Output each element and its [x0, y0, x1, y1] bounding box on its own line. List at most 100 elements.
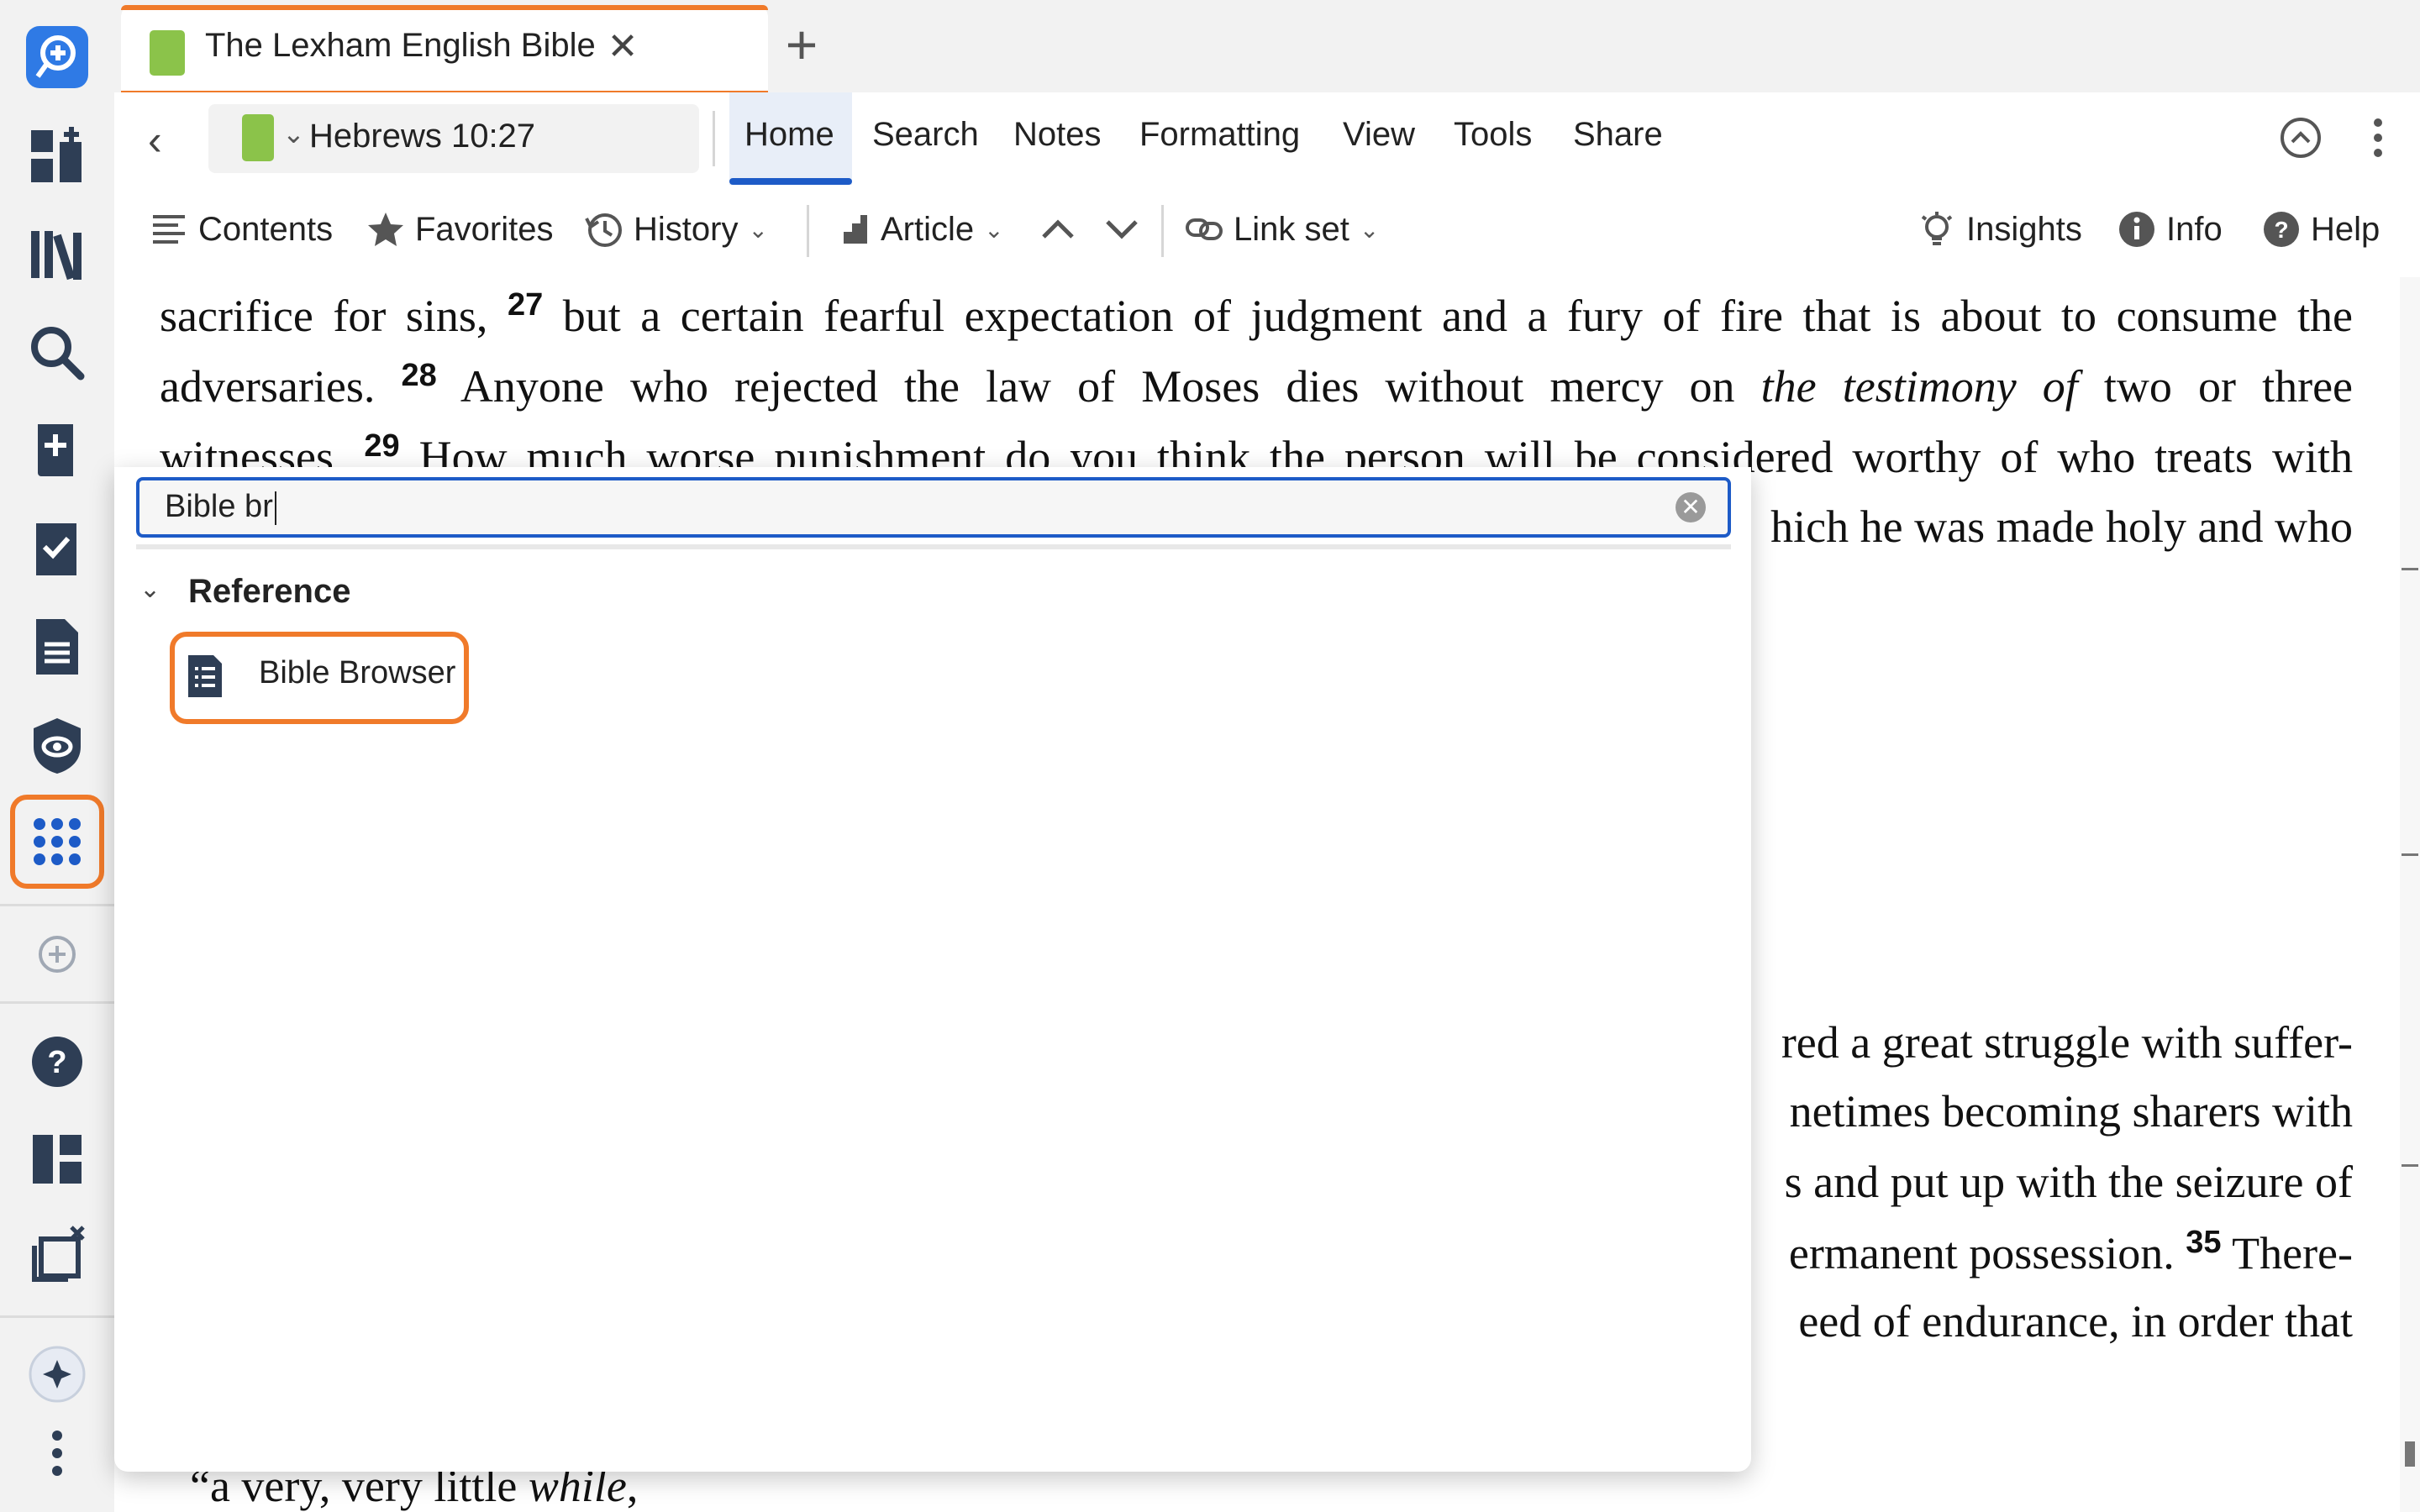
- contents-label: Contents: [198, 210, 334, 248]
- link-set-label: Link set: [1234, 210, 1349, 248]
- info-icon: [2119, 212, 2154, 247]
- reader-scrollbar[interactable]: [2400, 277, 2420, 1512]
- menu-home[interactable]: Home: [744, 116, 834, 154]
- rail-divider: [0, 1315, 114, 1318]
- bible-add-icon[interactable]: [15, 408, 99, 492]
- command-search-popup: Bible br ✕ ⌄ Reference Bible Browser: [114, 467, 1751, 1472]
- add-circle-icon[interactable]: [15, 912, 99, 996]
- chevron-down-icon: ⌄: [984, 216, 1004, 243]
- lightbulb-icon: [1921, 212, 1953, 245]
- link-set-button[interactable]: Link set ⌄: [1185, 210, 1379, 249]
- history-icon: [585, 213, 622, 247]
- reading-plan-icon[interactable]: [15, 507, 99, 591]
- insights-label: Insights: [1966, 210, 2082, 248]
- menu-formatting[interactable]: Formatting: [1139, 116, 1300, 154]
- chevron-down-icon: ⌄: [748, 216, 768, 243]
- tab-strip: The Lexham English Bible ✕ +: [114, 0, 2420, 92]
- toolbar-divider: [1161, 205, 1164, 257]
- text-line-6: netimes becoming sharers with: [1789, 1086, 2353, 1137]
- layouts-icon[interactable]: [15, 1117, 99, 1201]
- popup-divider: [136, 544, 1731, 549]
- reference-input[interactable]: Hebrews 10:27: [309, 118, 535, 155]
- article-button[interactable]: Article ⌄: [832, 210, 1004, 249]
- tab-title: The Lexham English Bible: [205, 27, 596, 64]
- verse-number-29[interactable]: 29: [364, 428, 399, 464]
- search-icon[interactable]: [15, 311, 99, 395]
- contents-button[interactable]: Contents: [150, 210, 333, 249]
- help-icon: ?: [2264, 212, 2299, 247]
- dashboard-add-icon[interactable]: [15, 114, 99, 198]
- library-icon[interactable]: [15, 212, 99, 296]
- result-highlight-outline: [170, 632, 469, 724]
- chevron-down-icon[interactable]: ⌄: [282, 118, 305, 150]
- more-vertical-icon[interactable]: [15, 1411, 99, 1495]
- text-line-8: ermanent possession. 35 There-: [1788, 1225, 2353, 1278]
- rail-divider: [0, 1001, 114, 1004]
- text-line-7: s and put up with the seizure of: [1784, 1157, 2353, 1207]
- next-article-button[interactable]: [1102, 210, 1141, 249]
- previous-article-button[interactable]: [1039, 210, 1077, 249]
- close-icon[interactable]: ✕: [602, 25, 644, 68]
- scrollbar-thumb[interactable]: [2405, 1441, 2415, 1467]
- history-button[interactable]: History ⌄: [585, 210, 768, 249]
- contents-icon: [153, 215, 185, 244]
- menu-view[interactable]: View: [1343, 116, 1415, 154]
- svg-text:?: ?: [2274, 217, 2288, 243]
- help-circle-icon[interactable]: ?: [15, 1020, 99, 1104]
- clear-search-icon[interactable]: ✕: [1676, 492, 1706, 522]
- logos-add-icon[interactable]: [15, 15, 99, 99]
- rail-divider: [0, 904, 114, 906]
- resource-toolbar: Contents Favorites History ⌄ Article ⌄ L…: [114, 185, 2420, 279]
- text-caret: [274, 491, 276, 525]
- back-chevron-icon[interactable]: ‹: [148, 116, 162, 165]
- apps-highlight-outline: [10, 795, 104, 889]
- chevron-down-icon[interactable]: ⌄: [139, 575, 160, 604]
- left-icon-rail: ?: [0, 0, 114, 1512]
- help-button[interactable]: ? Help: [2262, 210, 2380, 249]
- ribbon: ‹ ⌄ Hebrews 10:27 Home Search Notes Form…: [114, 92, 2420, 186]
- favorites-label: Favorites: [415, 210, 554, 248]
- verse-number-27[interactable]: 27: [508, 287, 543, 323]
- menu-share[interactable]: Share: [1573, 116, 1663, 154]
- search-input-value[interactable]: Bible br: [165, 489, 276, 525]
- menu-search[interactable]: Search: [872, 116, 979, 154]
- command-search-input[interactable]: Bible br ✕: [136, 477, 1731, 538]
- tab-active-indicator: [121, 5, 768, 10]
- ai-sparkle-icon[interactable]: [15, 1332, 99, 1416]
- collapse-ribbon-icon[interactable]: [2277, 114, 2324, 161]
- close-panels-icon[interactable]: [15, 1213, 99, 1297]
- menu-tools[interactable]: Tools: [1454, 116, 1532, 154]
- ribbon-divider: [713, 111, 715, 166]
- favorites-button[interactable]: Favorites: [366, 210, 554, 249]
- text-line-2: adversaries. 28 Anyone who rejected the …: [160, 358, 2353, 412]
- history-label: History: [634, 210, 739, 248]
- toolbar-divider: [807, 205, 809, 257]
- info-label: Info: [2166, 210, 2223, 248]
- help-label: Help: [2311, 210, 2381, 248]
- star-icon: [368, 213, 403, 246]
- new-tab-button[interactable]: +: [768, 7, 835, 82]
- info-button[interactable]: Info: [2118, 210, 2223, 249]
- more-options-icon[interactable]: [2354, 114, 2402, 161]
- resource-book-icon[interactable]: [242, 114, 274, 161]
- svg-text:?: ?: [47, 1045, 66, 1080]
- verse-number-35[interactable]: 35: [2186, 1225, 2221, 1260]
- menu-notes[interactable]: Notes: [1013, 116, 1102, 154]
- document-icon[interactable]: [15, 605, 99, 689]
- shield-eye-icon[interactable]: [15, 704, 99, 788]
- link-icon: [1186, 218, 1223, 240]
- book-cover-icon: [150, 30, 185, 76]
- text-line-5: red a great struggle with suffer-: [1781, 1017, 2353, 1068]
- active-tab-underline: [729, 178, 852, 185]
- text-line-9: eed of endurance, in order that: [1798, 1296, 2353, 1347]
- article-label: Article: [881, 210, 975, 248]
- text-line-1: sacrifice for sins, 27 but a certain fea…: [160, 287, 2353, 341]
- chevron-up-icon: [1042, 219, 1074, 239]
- tab-lexham-english-bible[interactable]: The Lexham English Bible ✕: [121, 5, 768, 92]
- verse-number-28[interactable]: 28: [401, 358, 436, 393]
- chevron-down-icon: [1106, 220, 1138, 239]
- result-group-label[interactable]: Reference: [188, 573, 350, 611]
- chevron-down-icon: ⌄: [1359, 216, 1380, 243]
- insights-button[interactable]: Insights: [1918, 210, 2082, 249]
- article-steps-icon: [835, 215, 867, 244]
